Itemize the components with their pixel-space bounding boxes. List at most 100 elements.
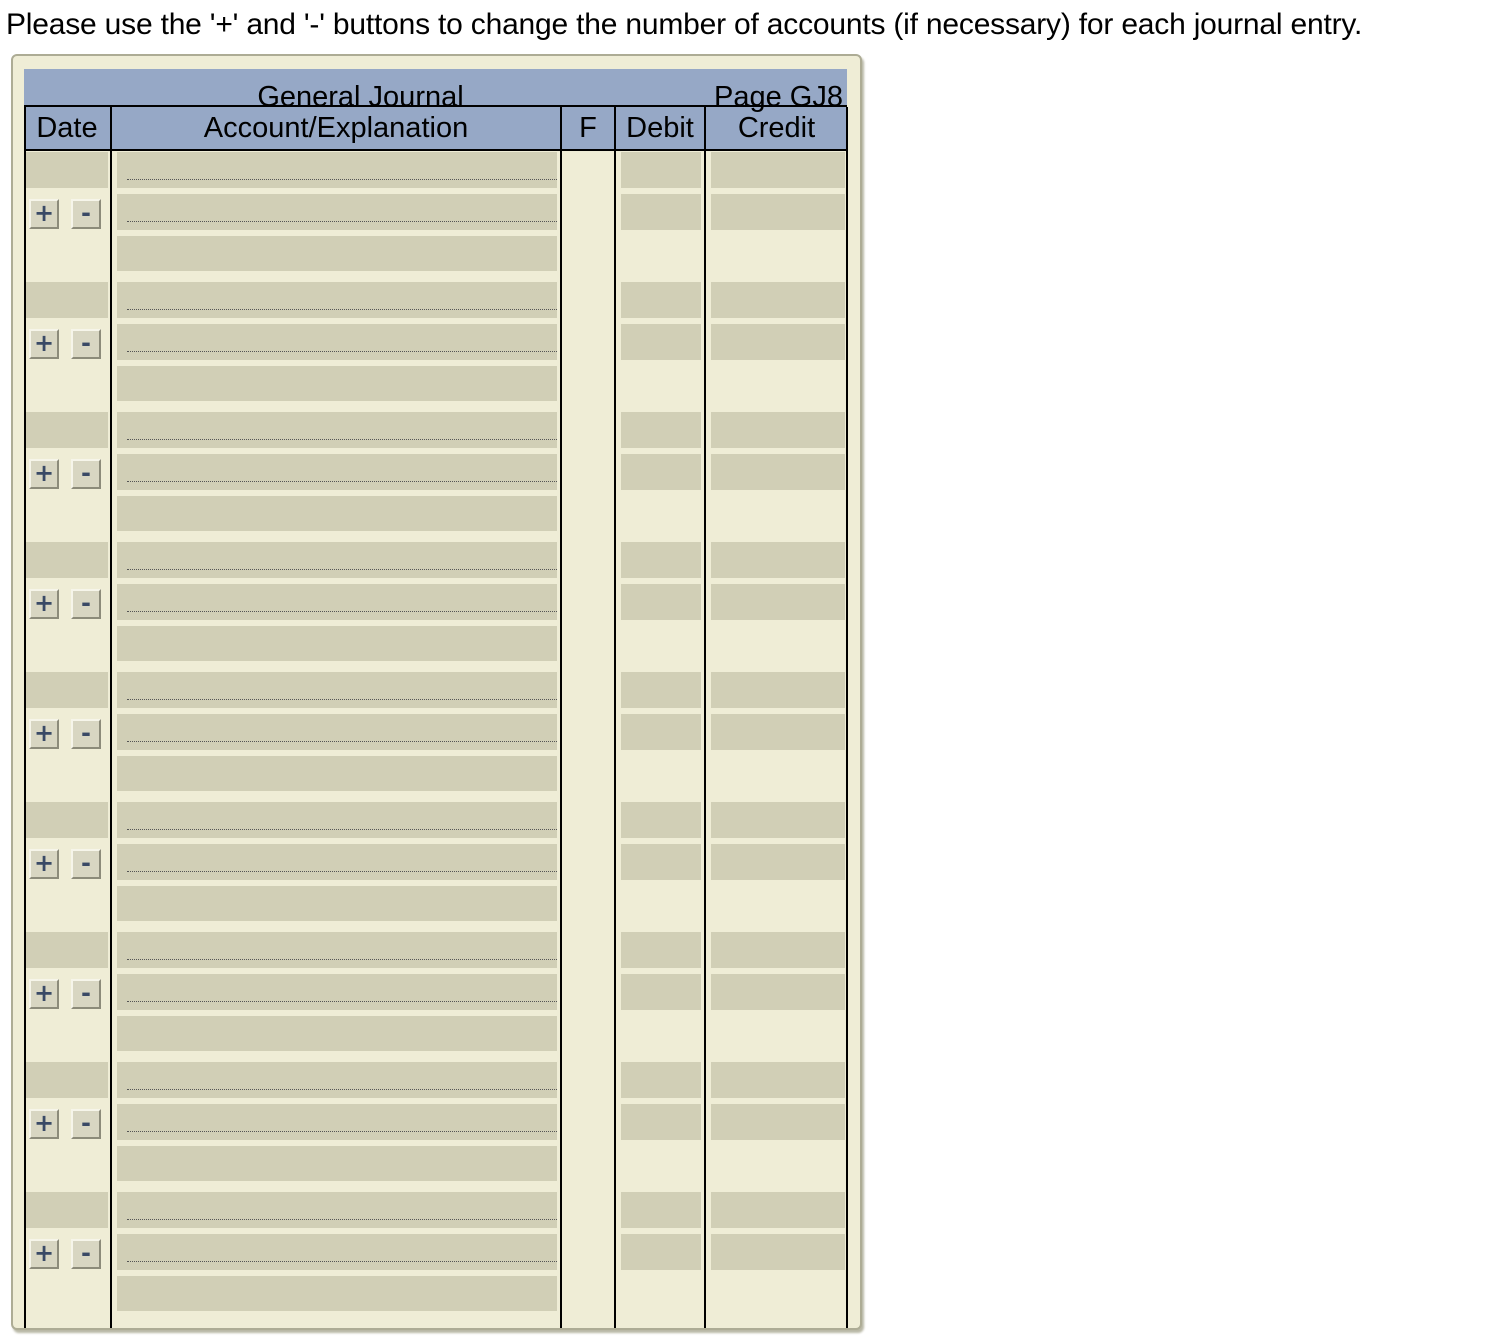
debit-field[interactable] (621, 454, 701, 490)
remove-account-button[interactable]: - (71, 1109, 101, 1139)
account-field[interactable] (117, 412, 557, 448)
debit-field[interactable] (621, 152, 701, 188)
explanation-field[interactable] (117, 236, 557, 271)
add-account-button[interactable]: + (29, 1109, 59, 1139)
account-field[interactable] (117, 974, 557, 1010)
debit-field[interactable] (621, 932, 701, 968)
remove-account-button[interactable]: - (71, 459, 101, 489)
column-border-debit (704, 107, 706, 1328)
credit-field[interactable] (711, 454, 845, 490)
remove-account-button[interactable]: - (71, 589, 101, 619)
date-field[interactable] (26, 802, 108, 838)
account-field[interactable] (117, 1192, 557, 1228)
add-account-button[interactable]: + (29, 459, 59, 489)
credit-field[interactable] (711, 1104, 845, 1140)
debit-field[interactable] (621, 844, 701, 880)
date-field[interactable] (26, 542, 108, 578)
debit-field[interactable] (621, 584, 701, 620)
explanation-field[interactable] (117, 1276, 557, 1311)
account-field[interactable] (117, 152, 557, 188)
remove-account-button[interactable]: - (71, 979, 101, 1009)
remove-account-button[interactable]: - (71, 199, 101, 229)
remove-account-button[interactable]: - (71, 1239, 101, 1269)
explanation-field[interactable] (117, 366, 557, 401)
debit-field[interactable] (621, 542, 701, 578)
credit-field[interactable] (711, 844, 845, 880)
debit-field[interactable] (621, 282, 701, 318)
date-field[interactable] (26, 412, 108, 448)
account-field[interactable] (117, 802, 557, 838)
add-account-button[interactable]: + (29, 199, 59, 229)
column-border-date (110, 107, 112, 1328)
account-field[interactable] (117, 1062, 557, 1098)
credit-field[interactable] (711, 672, 845, 708)
add-account-button[interactable]: + (29, 849, 59, 879)
credit-field[interactable] (711, 974, 845, 1010)
credit-field[interactable] (711, 542, 845, 578)
credit-field[interactable] (711, 932, 845, 968)
remove-account-button[interactable]: - (71, 849, 101, 879)
column-border-account (560, 107, 562, 1328)
remove-account-button[interactable]: - (71, 719, 101, 749)
general-journal-panel: General Journal Page GJ8 Date Account/Ex… (11, 54, 862, 1330)
credit-field[interactable] (711, 1192, 845, 1228)
instructions-text: Please use the '+' and '-' buttons to ch… (6, 8, 1363, 41)
account-field[interactable] (117, 324, 557, 360)
date-field[interactable] (26, 932, 108, 968)
add-account-button[interactable]: + (29, 1239, 59, 1269)
debit-field[interactable] (621, 1104, 701, 1140)
account-field[interactable] (117, 282, 557, 318)
account-field[interactable] (117, 714, 557, 750)
account-field[interactable] (117, 542, 557, 578)
date-field[interactable] (26, 1192, 108, 1228)
credit-field[interactable] (711, 1062, 845, 1098)
account-field[interactable] (117, 1104, 557, 1140)
explanation-field[interactable] (117, 756, 557, 791)
add-account-button[interactable]: + (29, 589, 59, 619)
debit-field[interactable] (621, 714, 701, 750)
credit-field[interactable] (711, 1234, 845, 1270)
account-field[interactable] (117, 844, 557, 880)
account-field[interactable] (117, 584, 557, 620)
credit-field[interactable] (711, 152, 845, 188)
debit-field[interactable] (621, 974, 701, 1010)
column-header-debit: Debit (626, 112, 694, 144)
debit-field[interactable] (621, 802, 701, 838)
journal-header: General Journal Page GJ8 Date Account/Ex… (24, 69, 847, 151)
account-field[interactable] (117, 932, 557, 968)
account-field[interactable] (117, 1234, 557, 1270)
date-field[interactable] (26, 152, 108, 188)
debit-field[interactable] (621, 194, 701, 230)
credit-field[interactable] (711, 802, 845, 838)
date-field[interactable] (26, 282, 108, 318)
explanation-field[interactable] (117, 496, 557, 531)
account-field[interactable] (117, 194, 557, 230)
explanation-field[interactable] (117, 1016, 557, 1051)
explanation-field[interactable] (117, 886, 557, 921)
explanation-field[interactable] (117, 1146, 557, 1181)
account-field[interactable] (117, 454, 557, 490)
credit-field[interactable] (711, 714, 845, 750)
credit-field[interactable] (711, 412, 845, 448)
credit-field[interactable] (711, 584, 845, 620)
add-account-button[interactable]: + (29, 979, 59, 1009)
debit-field[interactable] (621, 1192, 701, 1228)
date-field[interactable] (26, 1062, 108, 1098)
debit-field[interactable] (621, 324, 701, 360)
debit-field[interactable] (621, 1062, 701, 1098)
credit-field[interactable] (711, 324, 845, 360)
debit-field[interactable] (621, 412, 701, 448)
account-field[interactable] (117, 672, 557, 708)
remove-account-button[interactable]: - (71, 329, 101, 359)
add-account-button[interactable]: + (29, 719, 59, 749)
credit-field[interactable] (711, 194, 845, 230)
column-header-folio: F (579, 112, 597, 144)
debit-field[interactable] (621, 672, 701, 708)
column-header-date: Date (36, 112, 98, 144)
column-header-credit: Credit (737, 112, 816, 144)
debit-field[interactable] (621, 1234, 701, 1270)
date-field[interactable] (26, 672, 108, 708)
add-account-button[interactable]: + (29, 329, 59, 359)
credit-field[interactable] (711, 282, 845, 318)
explanation-field[interactable] (117, 626, 557, 661)
